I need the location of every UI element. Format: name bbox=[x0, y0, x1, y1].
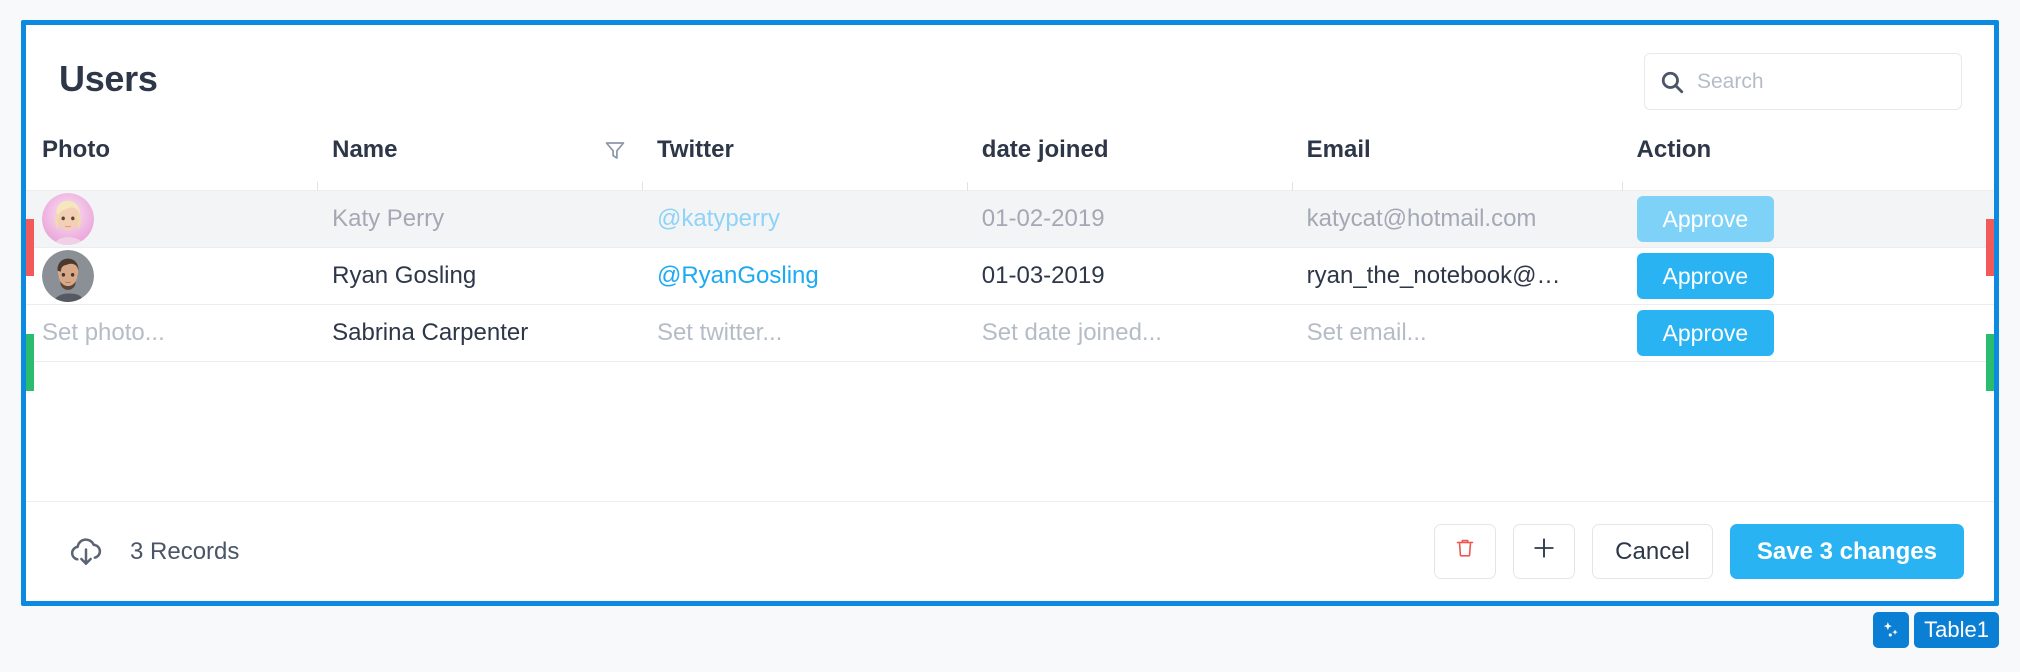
table-row[interactable]: Katy Perry @katyperry 01-02-2019 katycat… bbox=[26, 190, 1994, 248]
cloud-download-icon[interactable] bbox=[66, 532, 106, 572]
cell-name[interactable]: Katy Perry bbox=[318, 190, 643, 248]
search-icon bbox=[1659, 69, 1685, 95]
table-header-row: Photo Name Twitter date joined Email Act… bbox=[26, 136, 1994, 191]
column-header-email[interactable]: Email bbox=[1292, 136, 1623, 191]
twitter-link[interactable]: @katyperry bbox=[657, 205, 780, 232]
column-label-action: Action bbox=[1636, 136, 1712, 163]
cell-photo[interactable] bbox=[26, 190, 319, 248]
table-row[interactable]: Ryan Gosling @RyanGosling 01-03-2019 rya… bbox=[26, 247, 1994, 305]
column-label-twitter: Twitter bbox=[656, 136, 734, 163]
twitter-placeholder[interactable]: Set twitter... bbox=[657, 319, 782, 346]
delete-button[interactable] bbox=[1434, 524, 1497, 579]
cell-action: Approve bbox=[1622, 190, 1994, 248]
funnel-icon[interactable] bbox=[603, 138, 627, 162]
email-placeholder[interactable]: Set email... bbox=[1307, 319, 1427, 346]
column-header-photo[interactable]: Photo bbox=[26, 136, 319, 191]
row-status-indicator-modified-right bbox=[1986, 219, 1994, 276]
cell-twitter[interactable]: Set twitter... bbox=[642, 304, 968, 362]
cell-email[interactable]: ryan_the_notebook@… bbox=[1292, 247, 1623, 305]
table-header: Photo Name Twitter date joined Email Act… bbox=[26, 136, 1994, 191]
records-group: 3 Records bbox=[66, 532, 239, 572]
app-root: Users Search Photo Name Twitter date joi… bbox=[0, 0, 2020, 672]
column-header-date-joined[interactable]: date joined bbox=[967, 136, 1293, 191]
cell-photo[interactable] bbox=[26, 247, 319, 305]
column-label-name: Name bbox=[332, 136, 398, 163]
table-row[interactable]: Set photo... Sabrina Carpenter Set twitt… bbox=[26, 304, 1994, 362]
cell-twitter[interactable]: @RyanGosling bbox=[642, 247, 968, 305]
add-row-button[interactable] bbox=[1513, 524, 1576, 579]
column-header-action[interactable]: Action bbox=[1622, 136, 1994, 191]
users-table-widget[interactable]: Users Search Photo Name Twitter date joi… bbox=[21, 20, 1999, 606]
widget-badges: Table1 bbox=[1873, 612, 1999, 648]
cell-date-joined[interactable]: 01-02-2019 bbox=[967, 190, 1293, 248]
row-status-indicator-modified-left bbox=[26, 219, 34, 276]
page-title: Users bbox=[59, 58, 158, 99]
approve-button[interactable]: Approve bbox=[1636, 309, 1775, 357]
approve-button[interactable]: Approve bbox=[1636, 195, 1775, 243]
cell-twitter[interactable]: @katyperry bbox=[642, 190, 968, 248]
card-footer: 3 Records Cancel Save 3 changes bbox=[26, 501, 1994, 601]
plus-icon bbox=[1530, 534, 1558, 569]
cell-action: Approve bbox=[1622, 247, 1994, 305]
card-header: Users bbox=[26, 25, 1994, 136]
cell-email[interactable]: katycat@hotmail.com bbox=[1292, 190, 1623, 248]
widget-inner: Users Search Photo Name Twitter date joi… bbox=[26, 25, 1994, 601]
column-label-photo: Photo bbox=[42, 136, 110, 163]
photo-placeholder[interactable]: Set photo... bbox=[42, 319, 165, 346]
trash-icon bbox=[1453, 536, 1477, 567]
avatar bbox=[42, 193, 94, 245]
records-count: 3 Records bbox=[130, 537, 240, 565]
date-joined-placeholder[interactable]: Set date joined... bbox=[982, 319, 1162, 346]
column-header-twitter[interactable]: Twitter bbox=[642, 136, 968, 191]
sparkles-icon[interactable] bbox=[1873, 612, 1910, 648]
footer-actions: Cancel Save 3 changes bbox=[1434, 524, 1964, 579]
table-name-badge[interactable]: Table1 bbox=[1914, 612, 1999, 648]
column-label-email: Email bbox=[1306, 136, 1371, 163]
row-status-indicator-new-left bbox=[26, 334, 34, 391]
table-body: Katy Perry @katyperry 01-02-2019 katycat… bbox=[26, 190, 1994, 362]
save-changes-button[interactable]: Save 3 changes bbox=[1729, 524, 1964, 579]
avatar bbox=[42, 250, 94, 302]
search-input[interactable] bbox=[1697, 69, 1947, 94]
column-header-name[interactable]: Name bbox=[318, 136, 643, 191]
cancel-button[interactable]: Cancel bbox=[1592, 524, 1713, 579]
search-box[interactable] bbox=[1644, 53, 1962, 110]
row-status-indicator-new-right bbox=[1986, 334, 1994, 391]
cell-photo[interactable]: Set photo... bbox=[26, 304, 319, 362]
users-table: Photo Name Twitter date joined Email Act… bbox=[26, 136, 1994, 362]
cell-email[interactable]: Set email... bbox=[1292, 304, 1623, 362]
approve-button[interactable]: Approve bbox=[1636, 252, 1775, 300]
cell-date-joined[interactable]: Set date joined... bbox=[967, 304, 1293, 362]
cell-action: Approve bbox=[1622, 304, 1994, 362]
cell-name[interactable]: Sabrina Carpenter bbox=[318, 304, 643, 362]
column-label-date-joined: date joined bbox=[981, 136, 1109, 163]
cell-date-joined[interactable]: 01-03-2019 bbox=[967, 247, 1293, 305]
cell-name[interactable]: Ryan Gosling bbox=[318, 247, 643, 305]
twitter-link[interactable]: @RyanGosling bbox=[657, 262, 819, 289]
